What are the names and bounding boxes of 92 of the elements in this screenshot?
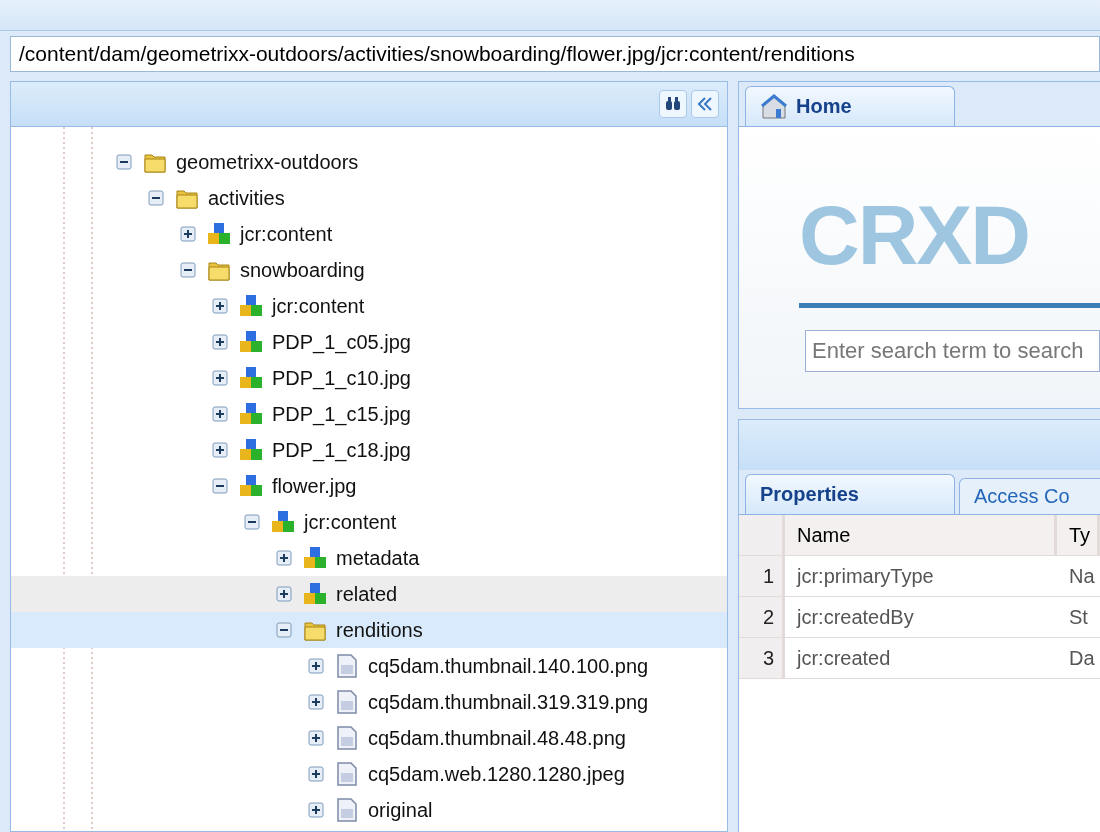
cubes-icon <box>302 545 328 571</box>
tree-label: PDP_1_c15.jpg <box>272 402 411 426</box>
collapse-icon[interactable] <box>276 622 292 638</box>
binoculars-icon <box>665 97 681 111</box>
tree-label: geometrixx-outdoors <box>176 150 359 174</box>
find-button[interactable] <box>659 90 687 118</box>
tab[interactable]: Access Co <box>959 478 1100 514</box>
expand-icon[interactable] <box>180 226 196 242</box>
expand-icon[interactable] <box>212 406 228 422</box>
row-number: 1 <box>739 556 785 596</box>
expand-icon[interactable] <box>212 334 228 350</box>
tree-row[interactable]: PDP_1_c18.jpg <box>11 432 727 468</box>
tree-row[interactable]: cq5dam.thumbnail.140.100.png <box>11 648 727 684</box>
tree-label: related <box>336 582 398 606</box>
tree-label: jcr:content <box>272 294 365 318</box>
row-number: 2 <box>739 597 785 637</box>
collapse-icon[interactable] <box>212 478 228 494</box>
cubes-icon <box>238 473 264 499</box>
tree-row[interactable]: cq5dam.thumbnail.319.319.png <box>11 684 727 720</box>
tree-row[interactable]: activities <box>11 180 727 216</box>
tree-row[interactable]: PDP_1_c10.jpg <box>11 360 727 396</box>
search-field[interactable]: Enter search term to search <box>805 330 1100 372</box>
tree-row[interactable]: original <box>11 792 727 828</box>
tree-row[interactable]: PDP_1_c15.jpg <box>11 396 727 432</box>
home-tab[interactable]: Home <box>745 86 955 126</box>
tree-label: original <box>368 798 433 822</box>
tree-label: jcr:content <box>240 222 333 246</box>
expand-icon[interactable] <box>212 442 228 458</box>
cubes-icon <box>238 293 264 319</box>
cubes-icon <box>302 581 328 607</box>
collapse-icon[interactable] <box>244 514 260 530</box>
table-cell-text: St <box>1068 604 1089 630</box>
tree-row[interactable]: renditions <box>11 612 727 648</box>
tab[interactable]: Properties <box>745 474 955 514</box>
tree-row[interactable]: snowboarding <box>11 252 727 288</box>
expand-icon[interactable] <box>308 802 324 818</box>
table-cell-text: Na <box>1068 563 1096 589</box>
tree-label: cq5dam.thumbnail.140.100.png <box>368 654 649 678</box>
expand-icon[interactable] <box>308 694 324 710</box>
tree-label: PDP_1_c10.jpg <box>272 366 411 390</box>
tree-row[interactable]: jcr:content <box>11 504 727 540</box>
tree-label: cq5dam.thumbnail.319.319.png <box>368 690 649 714</box>
logo-text: CRXD <box>799 193 1030 277</box>
expand-icon[interactable] <box>276 550 292 566</box>
document-icon <box>334 725 360 751</box>
tree-label: jcr:content <box>304 510 397 534</box>
tree-row[interactable]: metadata <box>11 540 727 576</box>
tree-label: flower.jpg <box>272 474 357 498</box>
double-chevron-left-icon <box>697 97 713 111</box>
cubes-icon <box>206 221 232 247</box>
document-icon <box>334 689 360 715</box>
table-cell-text: jcr:created <box>795 645 892 671</box>
expand-icon[interactable] <box>212 298 228 314</box>
tree-row[interactable]: geometrixx-outdoors <box>11 144 727 180</box>
cubes-icon <box>270 509 296 535</box>
table-cell-text: jcr:createdBy <box>795 604 915 630</box>
table-cell-text: Da <box>1068 645 1096 671</box>
tree-label: PDP_1_c18.jpg <box>272 438 411 462</box>
cubes-icon <box>238 437 264 463</box>
address-field[interactable]: /content/dam/geometrixx-outdoors/activities/snowboarding/flower.jpg/jcr:content/renditions <box>10 36 1100 72</box>
expand-icon[interactable] <box>308 730 324 746</box>
tree-row[interactable]: jcr:content <box>11 288 727 324</box>
collapse-panel-button[interactable] <box>691 90 719 118</box>
tree-row[interactable]: PDP_1_c05.jpg <box>11 324 727 360</box>
tree-label: cq5dam.thumbnail.48.48.png <box>368 726 626 750</box>
document-icon <box>334 761 360 787</box>
document-icon <box>334 653 360 679</box>
row-number: 3 <box>739 638 785 678</box>
expand-icon[interactable] <box>212 370 228 386</box>
tree-row[interactable]: flower.jpg <box>11 468 727 504</box>
house-icon <box>760 93 788 120</box>
cubes-icon <box>238 329 264 355</box>
tree-row[interactable]: cq5dam.thumbnail.48.48.png <box>11 720 727 756</box>
collapse-icon[interactable] <box>148 190 164 206</box>
expand-icon[interactable] <box>276 586 292 602</box>
tree-label: cq5dam.web.1280.1280.jpeg <box>368 762 625 786</box>
cubes-icon <box>238 401 264 427</box>
tree-label: snowboarding <box>240 258 365 282</box>
tree-row[interactable]: cq5dam.web.1280.1280.jpeg <box>11 756 727 792</box>
tree-row[interactable]: jcr:content <box>11 216 727 252</box>
tree-label: renditions <box>336 618 423 642</box>
expand-icon[interactable] <box>308 658 324 674</box>
collapse-icon[interactable] <box>116 154 132 170</box>
tree-label: activities <box>208 186 285 210</box>
document-icon <box>334 797 360 823</box>
table-cell-text: jcr:primaryType <box>795 563 935 589</box>
tree-label: metadata <box>336 546 420 570</box>
expand-icon[interactable] <box>308 766 324 782</box>
tree-label: PDP_1_c05.jpg <box>272 330 411 354</box>
cubes-icon <box>238 365 264 391</box>
tree-row[interactable]: related <box>11 576 727 612</box>
collapse-icon[interactable] <box>180 262 196 278</box>
